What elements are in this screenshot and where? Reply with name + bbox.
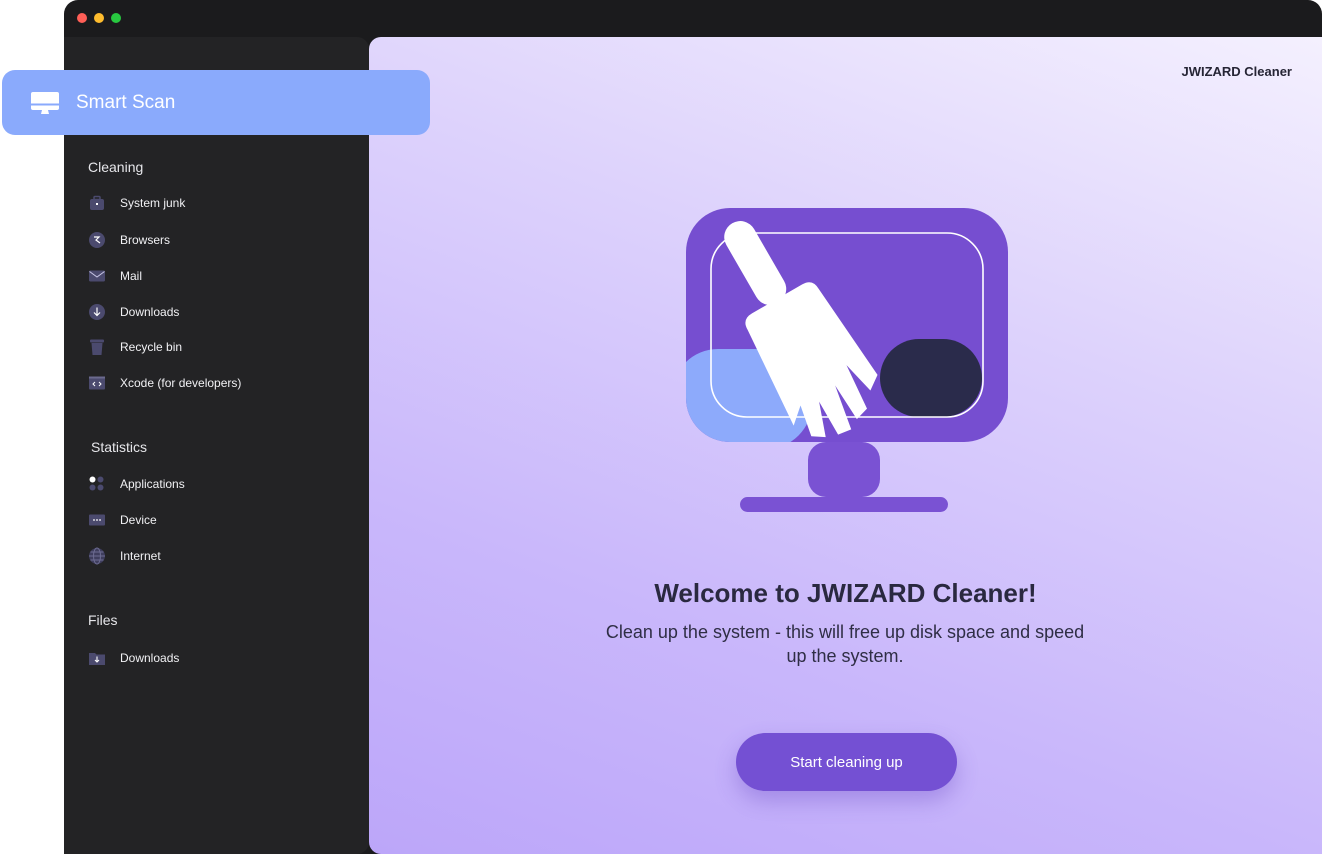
sidebar-item-label: Device	[120, 513, 157, 527]
main-panel: JWIZARD Cleaner Welcome to JWIZARD Clean…	[369, 37, 1322, 854]
sidebar-item-label: Xcode (for developers)	[120, 376, 242, 390]
sidebar-item-mail[interactable]: Mail	[88, 265, 142, 287]
sidebar-item-label: Mail	[120, 269, 143, 283]
section-title-statistics: Statistics	[91, 439, 148, 455]
sidebar-item-label: Downloads	[120, 305, 180, 319]
briefcase-icon	[88, 194, 106, 212]
welcome-description: Clean up the system - this will free up …	[605, 622, 1085, 666]
device-icon	[88, 511, 106, 529]
code-icon	[88, 374, 106, 392]
zoom-window-button[interactable]	[111, 13, 121, 23]
folder-download-icon	[88, 649, 106, 667]
sidebar-item-label: System junk	[120, 196, 186, 210]
sidebar-item-recycle-bin[interactable]: Recycle bin	[88, 336, 182, 358]
section-title-files: Files	[88, 612, 118, 628]
monitor-icon	[30, 88, 60, 118]
sidebar-item-browsers[interactable]: Browsers	[88, 229, 170, 251]
sidebar-item-label: Browsers	[120, 233, 171, 247]
brand-title: JWIZARD Cleaner	[1181, 64, 1292, 79]
sidebar-item-device[interactable]: Device	[88, 509, 157, 531]
apps-icon	[88, 475, 106, 493]
welcome-headline: Welcome to JWIZARD Cleaner!	[654, 578, 1037, 608]
mail-icon	[88, 267, 106, 285]
sidebar-item-system-junk[interactable]: System junk	[88, 192, 185, 214]
sidebar-item-internet[interactable]: Internet	[88, 545, 161, 567]
sidebar-item-label: Applications	[120, 477, 185, 491]
title-bar	[64, 0, 1322, 36]
sidebar-item-applications[interactable]: Applications	[88, 473, 185, 495]
trash-icon	[88, 338, 106, 356]
download-icon	[88, 303, 106, 321]
sidebar-item-label: Recycle bin	[120, 340, 183, 354]
globe-icon	[88, 547, 106, 565]
start-cleaning-button[interactable]: Start cleaning up	[736, 733, 957, 791]
sidebar-item-downloads[interactable]: Downloads	[88, 301, 179, 323]
sidebar-item-xcode[interactable]: Xcode (for developers)	[88, 372, 241, 394]
sidebar-item-label: Internet	[120, 549, 161, 563]
monitor-broom-illustration	[686, 208, 1008, 512]
section-title-cleaning: Cleaning	[88, 159, 144, 175]
sidebar-item-label: Downloads	[120, 651, 180, 665]
sidebar: Cleaning System junk Browsers Mail Downl…	[64, 37, 369, 854]
smart-scan-label: Smart Scan	[76, 91, 176, 113]
close-window-button[interactable]	[77, 13, 87, 23]
smart-scan-button[interactable]: Smart Scan	[2, 70, 430, 135]
sidebar-item-files-downloads[interactable]: Downloads	[88, 647, 179, 669]
minimize-window-button[interactable]	[94, 13, 104, 23]
browser-icon	[88, 231, 106, 249]
